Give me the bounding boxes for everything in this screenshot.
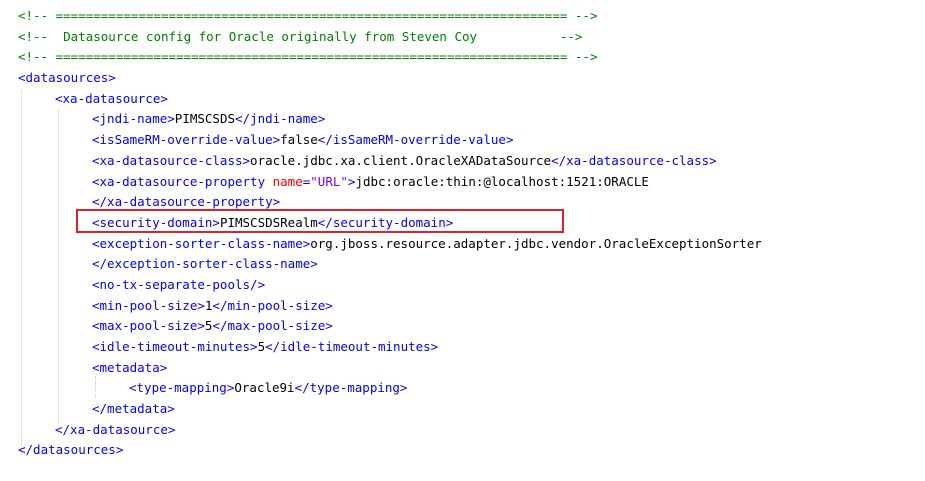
xml-tag: <min-pool-size> xyxy=(92,297,205,313)
xml-tag: </type-mapping> xyxy=(294,380,408,396)
code-line: <max-pool-size>5</max-pool-size> xyxy=(0,316,925,337)
xml-text: oracle.jdbc.xa.client.OracleXADataSource xyxy=(250,152,552,168)
code-line: <xa-datasource-property name="URL">jdbc:… xyxy=(0,172,925,193)
code-line: <idle-timeout-minutes>5</idle-timeout-mi… xyxy=(0,337,925,358)
xml-comment: <!-- Datasource config for Oracle origin… xyxy=(18,28,583,44)
xml-tag: <xa-datasource-property xyxy=(92,173,273,189)
xml-tag: </jndi-name> xyxy=(235,111,326,127)
xml-tag: </min-pool-size> xyxy=(212,297,333,313)
xml-tag: </security-domain> xyxy=(317,214,454,230)
code-line: </xa-datasource> xyxy=(0,420,925,441)
xml-tag: <datasources> xyxy=(18,70,116,86)
xml-attribute-value: "URL" xyxy=(310,173,348,189)
code-line: <xa-datasource-class>oracle.jdbc.xa.clie… xyxy=(0,151,925,172)
xml-attribute-name: name xyxy=(272,173,303,189)
code-line: <min-pool-size>1</min-pool-size> xyxy=(0,296,925,317)
code-line: <!-- Datasource config for Oracle origin… xyxy=(0,27,925,48)
code-line: <!-- ===================================… xyxy=(0,6,925,27)
code-line: </exception-sorter-class-name> xyxy=(0,254,925,275)
xml-tag: <exception-sorter-class-name> xyxy=(92,235,311,251)
xml-comment: <!-- ===================================… xyxy=(18,49,598,65)
xml-code-block: <!-- ===================================… xyxy=(0,6,925,461)
xml-text: org.jboss.resource.adapter.jdbc.vendor.O… xyxy=(310,235,762,251)
xml-text: jdbc:oracle:thin:@localhost:1521:ORACLE xyxy=(355,173,649,189)
code-line: <security-domain>PIMSCSDSRealm</security… xyxy=(0,213,925,234)
xml-tag: <type-mapping> xyxy=(129,380,235,396)
code-line: <metadata> xyxy=(0,358,925,379)
xml-tag: </exception-sorter-class-name> xyxy=(92,256,318,272)
xml-tag: <no-tx-separate-pools/> xyxy=(92,276,266,292)
xml-tag: <xa-datasource-class> xyxy=(92,152,251,168)
xml-tag: </max-pool-size> xyxy=(212,318,333,334)
xml-tag: <metadata> xyxy=(92,359,168,375)
xml-text: PIMSCSDS xyxy=(174,111,236,127)
xml-text: PIMSCSDSRealm xyxy=(219,214,318,230)
xml-comment: <!-- ===================================… xyxy=(18,8,598,23)
code-line: <exception-sorter-class-name>org.jboss.r… xyxy=(0,234,925,255)
xml-tag: </isSameRM-override-value> xyxy=(317,132,514,148)
xml-tag: </datasources> xyxy=(18,442,124,458)
xml-tag: <security-domain> xyxy=(92,214,220,230)
code-line: <jndi-name>PIMSCSDS</jndi-name> xyxy=(0,109,925,130)
xml-tag: <isSameRM-override-value> xyxy=(92,132,281,148)
code-line: <no-tx-separate-pools/> xyxy=(0,275,925,296)
xml-text: Oracle9i xyxy=(234,380,295,396)
xml-tag: <jndi-name> xyxy=(92,111,175,127)
xml-tag: <max-pool-size> xyxy=(92,318,205,334)
xml-tag: <xa-datasource> xyxy=(55,90,168,106)
code-line-highlighted: </xa-datasource-property> xyxy=(0,192,925,213)
code-line: </metadata> xyxy=(0,399,925,420)
xml-text: 5 xyxy=(257,339,266,354)
xml-tag: <idle-timeout-minutes> xyxy=(92,339,258,354)
code-line: <!-- ===================================… xyxy=(0,47,925,68)
xml-tag: </metadata> xyxy=(92,401,175,417)
code-line: <type-mapping>Oracle9i</type-mapping> xyxy=(0,378,925,399)
xml-tag: </idle-timeout-minutes> xyxy=(265,339,439,354)
code-line: </datasources> xyxy=(0,440,925,461)
code-viewer: <!-- ===================================… xyxy=(0,0,925,481)
xml-tag: </xa-datasource-class> xyxy=(551,152,717,168)
xml-tag: </xa-datasource> xyxy=(55,421,176,437)
code-line: <datasources> xyxy=(0,68,925,89)
code-line: <xa-datasource> xyxy=(0,89,925,110)
code-line: <isSameRM-override-value>false</isSameRM… xyxy=(0,130,925,151)
xml-text: false xyxy=(280,132,318,148)
xml-tag: </xa-datasource-property> xyxy=(92,194,281,210)
